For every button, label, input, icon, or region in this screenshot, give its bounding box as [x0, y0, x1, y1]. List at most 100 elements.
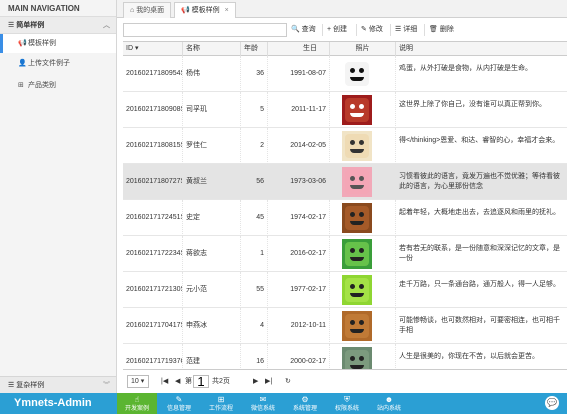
sidebar-item-category[interactable]: ⊞ 产品类别: [0, 75, 116, 97]
plus-icon: +: [327, 26, 332, 33]
cell-desc: 若有若无的联系，是一份随意和深深记忆的文章，是一份: [399, 245, 560, 262]
footer-nav-item[interactable]: ✎ 信息管理: [159, 393, 199, 414]
cell-desc: 鸡蛋，从外打破是食物，从内打破是生命。: [399, 65, 532, 72]
cell-birthday: 1977-02-17: [268, 272, 330, 308]
sitemap-icon: ⊞: [18, 82, 24, 89]
nav-label: 系统管理: [292, 406, 317, 412]
edit-icon: ✎: [361, 26, 367, 33]
avatar: [342, 95, 372, 125]
cell-id: 20160217180727S: [123, 164, 183, 200]
footer-nav-item[interactable]: ✉ 微信系统: [243, 393, 283, 414]
refresh-icon[interactable]: ↻: [285, 375, 291, 388]
nav-icon: ⚙: [301, 395, 309, 404]
cell-desc: 这世界上除了你自己，没有谁可以真正帮到你。: [399, 101, 546, 108]
chat-icon[interactable]: 💬: [545, 396, 559, 410]
prev-page-button[interactable]: ◀: [175, 375, 180, 388]
toolbar: 🔍 查询 + 创建 ✎ 修改 ☰ 详细 🗑 删除: [117, 18, 567, 42]
cell-age: 56: [241, 164, 268, 200]
grid-header: ID ▾ 名称 年龄 生日 照片 说明: [123, 42, 567, 56]
nav-icon: ⊞: [217, 395, 225, 404]
footer-nav-item[interactable]: ⛨ 权限系统: [327, 393, 367, 414]
table-row[interactable]: 20160217180815S 罗佳仁 2 2014-02-05 得</thinking…: [123, 128, 567, 164]
close-icon[interactable]: ×: [225, 7, 229, 14]
page-number-input[interactable]: [193, 375, 209, 388]
nav-icon: ✉: [259, 395, 267, 404]
create-button[interactable]: + 创建: [327, 23, 347, 37]
sidebar-item-upload[interactable]: 👤上传文件例子: [0, 53, 116, 75]
cell-name: 史定: [183, 200, 241, 236]
cell-age: 36: [241, 56, 268, 92]
sidebar-group-simple[interactable]: ☰ 简单样例 ︿: [0, 17, 116, 34]
avatar: [342, 239, 372, 269]
brand-logo: Ymnets-Admin: [14, 397, 92, 409]
caret-down-icon: ▾: [140, 378, 145, 385]
cell-desc: 人生是很美的，你现在不苦，以后就会更苦。: [399, 353, 539, 360]
search-input[interactable]: [123, 23, 287, 37]
column-header-photo[interactable]: 照片: [330, 42, 396, 56]
tab-desktop[interactable]: ⌂ 我的桌面: [123, 2, 172, 18]
trash-icon: 🗑: [429, 26, 438, 33]
cell-photo: [330, 272, 396, 308]
cell-id: 20160217180954S: [123, 56, 183, 92]
table-row[interactable]: 20160217180954S 杨伟 36 1991-08-07 鸡蛋，从外打破是食物，…: [123, 56, 567, 92]
table-row[interactable]: 20160217172234S 蒋欲志 1 2016-02-17 若有若无的联系，是一份…: [123, 236, 567, 272]
delete-label: 删除: [439, 26, 454, 33]
cell-id: 20160217171937C: [123, 344, 183, 369]
sidebar-item-label: 产品类别: [28, 82, 56, 89]
page-size-select[interactable]: 10 ▾: [127, 375, 149, 388]
list-icon: ☰: [8, 382, 17, 389]
table-row[interactable]: 20160217180908S 司孚玑 5 2011-11-17 这世界上除了你自己，没…: [123, 92, 567, 128]
cell-birthday: 1991-08-07: [268, 56, 330, 92]
page-total: 共2页: [212, 378, 230, 385]
avatar: [342, 311, 372, 341]
tab-bar: ⌂ 我的桌面 📢 模板样例 ×: [117, 0, 567, 19]
cell-id: 20160217172130S: [123, 272, 183, 308]
column-header-desc[interactable]: 说明: [396, 42, 567, 56]
column-header-birthday[interactable]: 生日: [268, 42, 330, 56]
cell-birthday: 2011-11-17: [268, 92, 330, 128]
cell-desc: 走千万路，只一条通台路，通万般人，得一人足够。: [399, 281, 560, 288]
footer-nav-item[interactable]: ⚙ 系统管理: [285, 393, 325, 414]
table-row[interactable]: 20160217171937C 范建 16 2000-02-17 人生是很美的，你现在不…: [123, 344, 567, 369]
column-header-name[interactable]: 名称: [183, 42, 241, 56]
cell-desc: 得</thinking>恩爱、和达、睿智的心，幸福才会来。: [399, 137, 560, 144]
edit-button[interactable]: ✎ 修改: [361, 23, 383, 37]
detail-label: 详细: [403, 26, 418, 33]
page-size-value: 10: [131, 378, 139, 385]
table-row[interactable]: 20160217170417S 申燕冰 4 2012-10-11 可能惨畅谈，也可数然相…: [123, 308, 567, 344]
detail-button[interactable]: ☰ 详细: [395, 23, 417, 37]
cell-birthday: 2000-02-17: [268, 344, 330, 369]
sidebar: MAIN NAVIGATION ☰ 简单样例 ︿ 📢模板样例 👤上传文件例子 ⊞…: [0, 0, 117, 393]
table-row[interactable]: 20160217172451S 史定 45 1974-02-17 起着年轻，大概地走出去…: [123, 200, 567, 236]
footer-nav-item[interactable]: ⊞ 工作流程: [201, 393, 241, 414]
next-page-button[interactable]: ▶: [253, 375, 258, 388]
avatar: [342, 203, 372, 233]
first-page-button[interactable]: |◀: [161, 375, 168, 388]
delete-button[interactable]: 🗑 删除: [429, 23, 454, 37]
cell-birthday: 2012-10-11: [268, 308, 330, 344]
page-prefix: 第: [185, 378, 192, 385]
bullhorn-icon: 📢: [181, 7, 192, 14]
table-row[interactable]: 20160217180727S 黄叔兰 56 1973-03-06 习惯看彼此的语言，竟…: [123, 164, 567, 200]
avatar: [342, 347, 372, 369]
sidebar-title: MAIN NAVIGATION: [0, 0, 116, 17]
cell-age: 4: [241, 308, 268, 344]
last-page-button[interactable]: ▶|: [265, 375, 272, 388]
tab-template[interactable]: 📢 模板样例 ×: [174, 2, 236, 19]
cell-photo: [330, 344, 396, 369]
footer-bar: Ymnets-Admin ☝ 开发案例 ✎ 信息管理 ⊞ 工作流程 ✉ 微信系统 ⚙ 系统管理 ⛨ 权…: [0, 393, 567, 414]
footer-nav-item[interactable]: ☻ 站内系统: [369, 393, 409, 414]
query-label: 查询: [301, 26, 316, 33]
cell-desc: 起着年轻，大概地走出去，去追逐风和雨里的抚礼。: [399, 209, 560, 216]
column-header-age[interactable]: 年龄: [241, 42, 268, 56]
sidebar-item-template[interactable]: 📢模板样例: [0, 34, 116, 53]
search-icon: 🔍: [291, 26, 300, 33]
sidebar-group-complex[interactable]: ☰ 复杂样例 ︾: [0, 376, 116, 393]
data-grid: ID ▾ 名称 年龄 生日 照片 说明 20160217180954S 杨伟 36 1…: [123, 41, 567, 369]
column-header-id[interactable]: ID ▾: [123, 42, 183, 56]
cell-age: 2: [241, 128, 268, 164]
table-row[interactable]: 20160217172130S 元小范 55 1977-02-17 走千万路，只一条通台…: [123, 272, 567, 308]
avatar: [342, 275, 372, 305]
footer-nav-item[interactable]: ☝ 开发案例: [117, 393, 157, 414]
query-button[interactable]: 🔍 查询: [291, 23, 316, 37]
